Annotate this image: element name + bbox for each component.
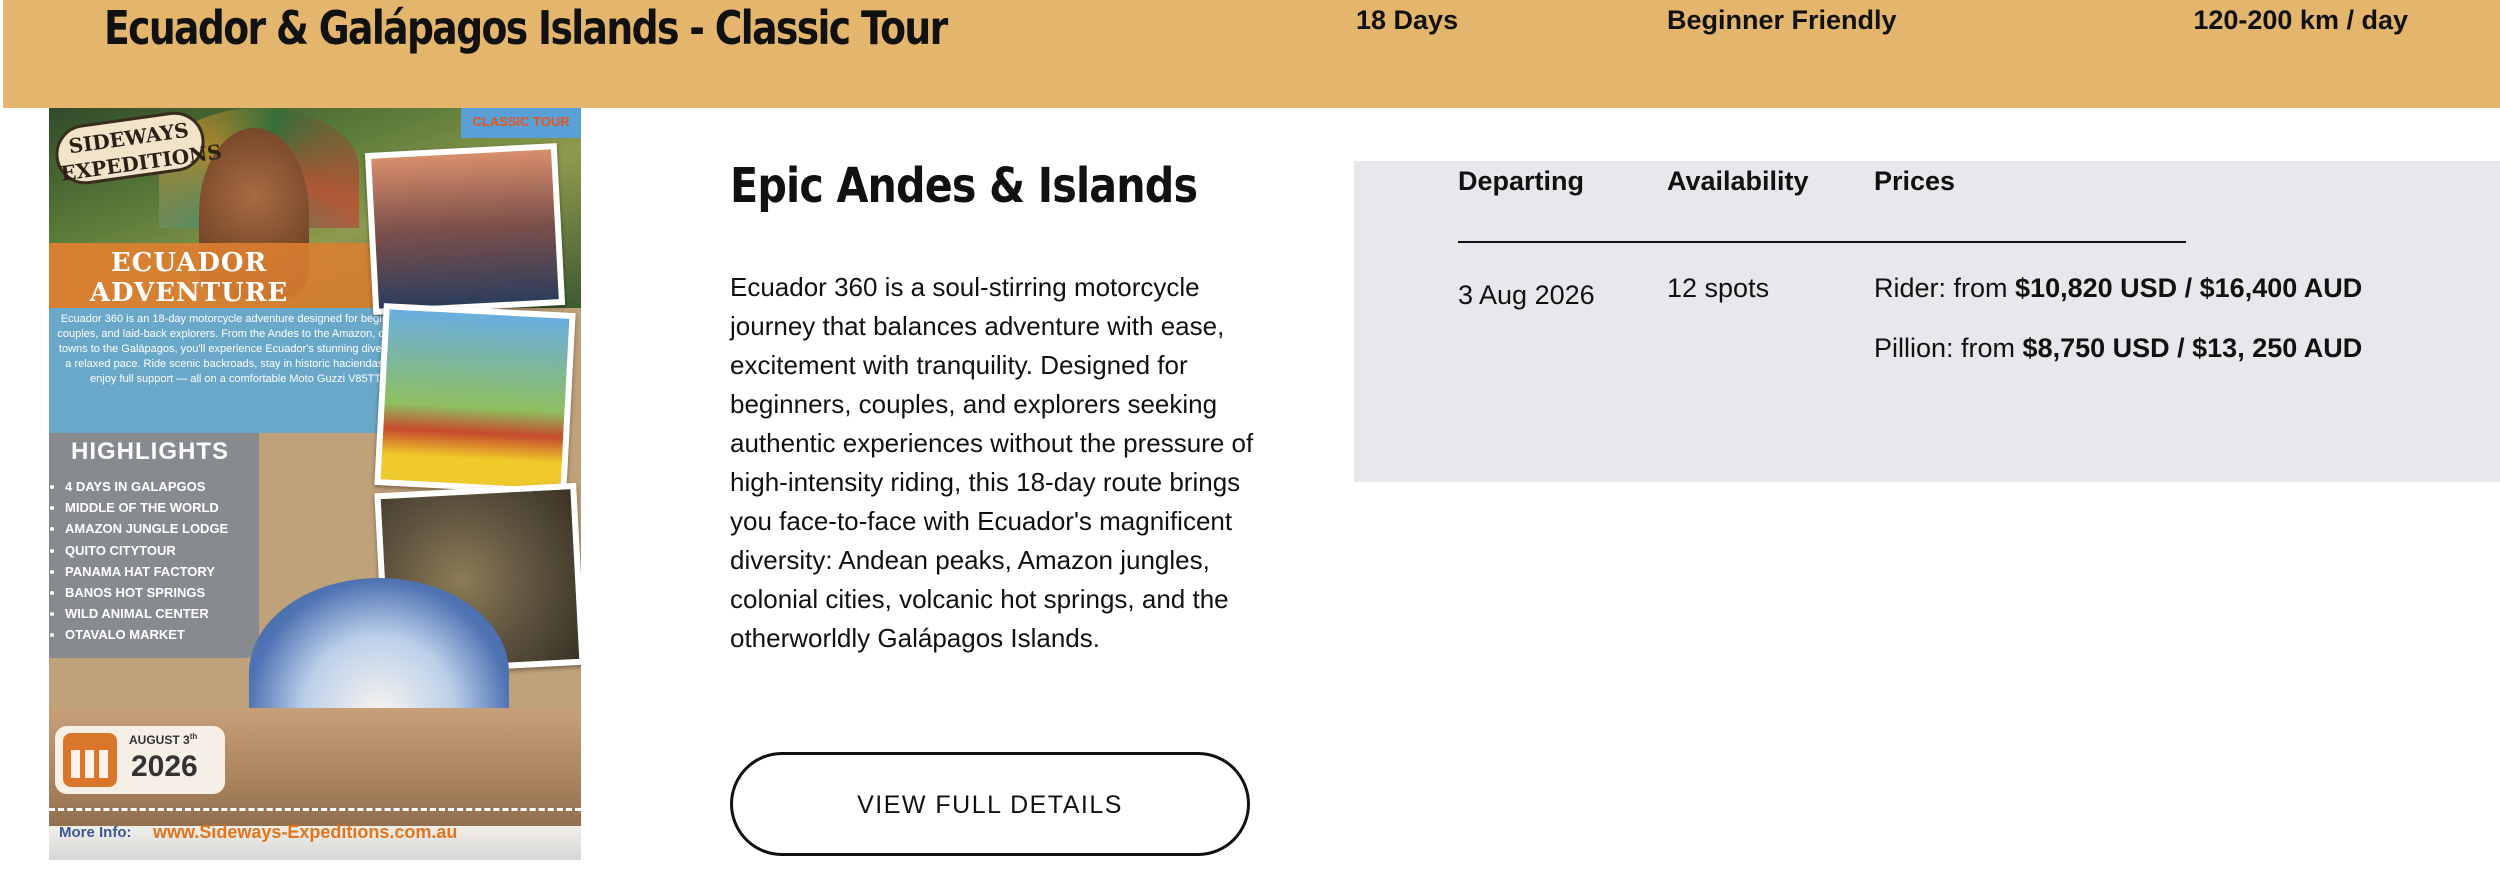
- tour-difficulty-level: Beginner Friendly: [1667, 5, 1897, 35]
- poster-highlight-item: QUITO CITYTOUR: [65, 540, 228, 561]
- column-header-prices: Prices: [1874, 166, 1956, 196]
- poster-headline: ECUADOR ADVENTURE: [89, 248, 289, 308]
- table-header-divider: [1458, 241, 2186, 243]
- poster-highlight-item: PANAMA HAT FACTORY: [65, 561, 228, 582]
- column-header-departing: Departing: [1458, 166, 1585, 196]
- poster-highlight-item: 4 DAYS IN GALAPGOS: [65, 476, 228, 497]
- poster-highlights-title: HIGHLIGHTS: [71, 438, 229, 465]
- tour-subtitle: Epic Andes & Islands: [730, 158, 1198, 214]
- poster-photo-river-boat: [364, 143, 566, 315]
- poster-highlight-item: BANOS HOT SPRINGS: [65, 582, 228, 603]
- view-full-details-button[interactable]: VIEW FULL DETAILS: [730, 752, 1250, 856]
- poster-website-url: www.Sideways-Expeditions.com.au: [153, 822, 458, 842]
- poster-highlights-list: 4 DAYS IN GALAPGOS MIDDLE OF THE WORLD A…: [49, 476, 228, 646]
- departure-date: 3 Aug 2026: [1458, 280, 1595, 310]
- poster-dashed-divider: [49, 808, 581, 811]
- poster-photo-church-flags: [374, 303, 576, 495]
- tour-poster-image[interactable]: SIDEWAYS EXPEDITIONS CLASSIC TOUR ECUADO…: [49, 108, 581, 860]
- poster-highlight-item: WILD ANIMAL CENTER: [65, 603, 228, 624]
- pillion-price: Pillion: from $8,750 USD / $13, 250 AUD: [1874, 333, 2363, 363]
- rider-price: Rider: from $10,820 USD / $16,400 AUD: [1874, 273, 2363, 303]
- availability-spots: 12 spots: [1667, 273, 1770, 303]
- poster-highlight-item: MIDDLE OF THE WORLD: [65, 497, 228, 518]
- tour-description: Ecuador 360 is a soul-stirring motorcycl…: [730, 272, 1254, 653]
- calendar-grid-icon: [71, 750, 109, 778]
- poster-date-year: 2026: [131, 750, 198, 783]
- departures-panel: [1354, 161, 2500, 482]
- poster-more-info-label: More Info:: [59, 824, 132, 841]
- poster-highlight-item: AMAZON JUNGLE LODGE: [65, 518, 228, 539]
- tour-daily-distance: 120-200 km / day: [2193, 5, 2408, 35]
- poster-blurb: Ecuador 360 is an 18-day motorcycle adve…: [49, 308, 424, 433]
- tour-duration: 18 Days: [1356, 5, 1459, 35]
- poster-highlight-item: OTAVALO MARKET: [65, 624, 228, 645]
- poster-classic-badge: CLASSIC TOUR: [461, 108, 581, 138]
- tour-title: Ecuador & Galápagos Islands - Classic To…: [104, 1, 948, 55]
- column-header-availability: Availability: [1667, 166, 1809, 196]
- poster-date-month: AUGUST 3th: [129, 732, 198, 747]
